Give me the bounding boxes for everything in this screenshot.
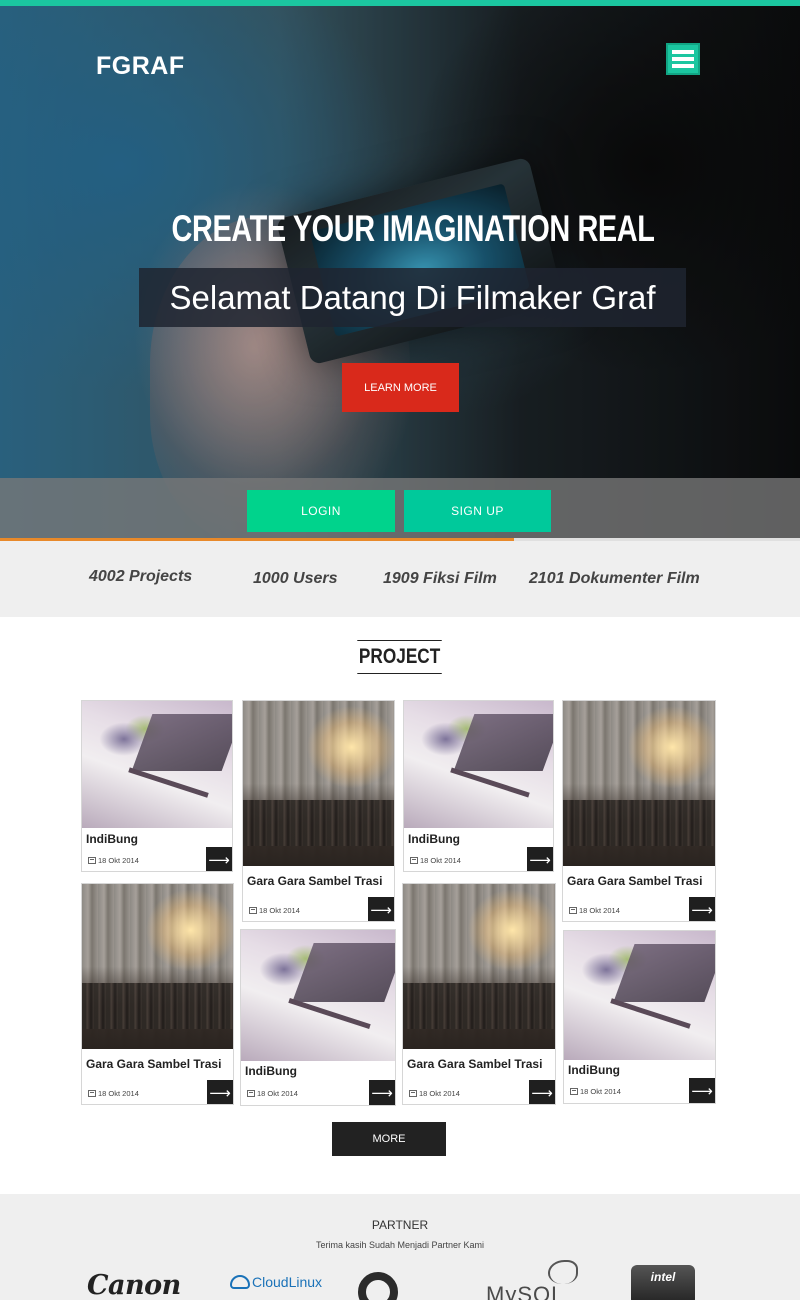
site-logo[interactable]: FGRAF <box>96 52 185 81</box>
calendar-icon <box>88 1090 96 1097</box>
cloud-icon <box>230 1275 250 1289</box>
project-card-title: IndiBung <box>245 1064 297 1078</box>
project-card-date: 18 Okt 2014 <box>88 1089 139 1098</box>
canon-logo[interactable]: Canon <box>87 1270 181 1300</box>
project-card-title: Gara Gara Sambel Trasi <box>567 874 703 888</box>
project-date-text: 18 Okt 2014 <box>580 1087 621 1096</box>
stat-dokumenter-film: 2101 Dokumenter Film <box>529 570 700 587</box>
calendar-icon <box>570 1088 578 1095</box>
partner-title: PARTNER <box>371 1218 429 1232</box>
project-card-date: 18 Okt 2014 <box>409 1089 460 1098</box>
menu-bar <box>672 64 694 68</box>
project-title-wrap: PROJECT <box>0 640 800 674</box>
project-date-text: 18 Okt 2014 <box>420 856 461 865</box>
cloudlinux-logo-text: CloudLinux <box>252 1274 323 1290</box>
calendar-icon <box>569 907 577 914</box>
project-thumbnail-laptop <box>404 701 553 828</box>
project-thumbnail-laptop <box>564 931 715 1060</box>
calendar-icon <box>88 857 96 864</box>
hero-heading: CREATE YOUR IMAGINATION REAL <box>171 208 655 249</box>
project-card-title: Gara Gara Sambel Trasi <box>247 874 383 888</box>
project-card-date: 18 Okt 2014 <box>570 1087 621 1096</box>
hero-subtitle: Selamat Datang Di Filmaker Graf <box>169 278 656 316</box>
project-date-text: 18 Okt 2014 <box>419 1089 460 1098</box>
hero-subtitle-box: Selamat Datang Di Filmaker Graf <box>139 268 686 327</box>
project-card-date: 18 Okt 2014 <box>247 1089 298 1098</box>
project-card-date: 18 Okt 2014 <box>88 856 139 865</box>
intel-logo[interactable]: intel <box>631 1265 695 1300</box>
project-date-text: 18 Okt 2014 <box>257 1089 298 1098</box>
cloudlinux-logo[interactable]: CloudLinux <box>230 1274 322 1290</box>
project-card[interactable]: IndiBung 18 Okt 2014 ⟶ <box>563 930 716 1104</box>
stat-users: 1000 Users <box>253 570 338 587</box>
dolphin-icon <box>548 1260 578 1284</box>
project-thumbnail-street <box>82 884 233 1049</box>
partner-subtitle: Terima kasih Sudah Menjadi Partner Kami <box>315 1240 485 1250</box>
project-section-title: PROJECT <box>357 640 443 674</box>
project-date-text: 18 Okt 2014 <box>98 1089 139 1098</box>
calendar-icon <box>249 907 257 914</box>
project-card[interactable]: IndiBung 18 Okt 2014 ⟶ <box>81 700 233 872</box>
hero-section: FGRAF CREATE YOUR IMAGINATION REAL Selam… <box>0 6 800 538</box>
project-date-text: 18 Okt 2014 <box>579 906 620 915</box>
project-card[interactable]: Gara Gara Sambel Trasi 18 Okt 2014 ⟶ <box>81 883 234 1105</box>
mysql-logo[interactable]: MySQL <box>486 1282 564 1300</box>
project-card[interactable]: Gara Gara Sambel Trasi 18 Okt 2014 ⟶ <box>242 700 395 922</box>
hamburger-menu-icon[interactable] <box>666 43 700 75</box>
project-card-title: Gara Gara Sambel Trasi <box>86 1057 222 1071</box>
learn-more-button[interactable]: LEARN MORE <box>342 363 459 412</box>
calendar-icon <box>410 857 418 864</box>
project-card[interactable]: Gara Gara Sambel Trasi 18 Okt 2014 ⟶ <box>562 700 716 922</box>
menu-bar <box>672 57 694 61</box>
arrow-right-icon[interactable]: ⟶ <box>689 897 715 921</box>
project-card-title: Gara Gara Sambel Trasi <box>407 1057 543 1071</box>
auth-band: LOGIN SIGN UP <box>0 478 800 538</box>
arrow-right-icon[interactable]: ⟶ <box>527 847 553 871</box>
more-button[interactable]: MORE <box>332 1122 446 1156</box>
project-card[interactable]: Gara Gara Sambel Trasi 18 Okt 2014 ⟶ <box>402 883 556 1105</box>
project-thumbnail-street <box>563 701 715 866</box>
arrow-right-icon[interactable]: ⟶ <box>207 1080 233 1104</box>
project-card-title: IndiBung <box>568 1063 620 1077</box>
stats-bar: 4002 Projects 1000 Users 1909 Fiksi Film… <box>0 541 800 617</box>
project-thumbnail-laptop <box>82 701 232 828</box>
calendar-icon <box>409 1090 417 1097</box>
arrow-right-icon[interactable]: ⟶ <box>689 1078 715 1103</box>
signup-button[interactable]: SIGN UP <box>404 490 551 532</box>
stat-projects: 4002 Projects <box>89 568 193 585</box>
partner-section: PARTNER Terima kasih Sudah Menjadi Partn… <box>0 1194 800 1300</box>
menu-bar <box>672 50 694 54</box>
project-card[interactable]: IndiBung 18 Okt 2014 ⟶ <box>240 929 396 1106</box>
project-thumbnail-street <box>403 884 555 1049</box>
calendar-icon <box>247 1090 255 1097</box>
circle-partner-logo[interactable] <box>358 1272 398 1300</box>
arrow-right-icon[interactable]: ⟶ <box>529 1080 555 1104</box>
project-card-date: 18 Okt 2014 <box>410 856 461 865</box>
arrow-right-icon[interactable]: ⟶ <box>368 897 394 921</box>
project-thumbnail-street <box>243 701 394 866</box>
login-button[interactable]: LOGIN <box>247 490 395 532</box>
project-card-title: IndiBung <box>408 832 460 846</box>
project-card-title: IndiBung <box>86 832 138 846</box>
arrow-right-icon[interactable]: ⟶ <box>369 1080 395 1105</box>
project-thumbnail-laptop <box>241 930 395 1061</box>
arrow-right-icon[interactable]: ⟶ <box>206 847 232 871</box>
project-card-date: 18 Okt 2014 <box>249 906 300 915</box>
project-date-text: 18 Okt 2014 <box>259 906 300 915</box>
project-card-date: 18 Okt 2014 <box>569 906 620 915</box>
stat-fiksi-film: 1909 Fiksi Film <box>383 570 497 587</box>
project-date-text: 18 Okt 2014 <box>98 856 139 865</box>
project-card[interactable]: IndiBung 18 Okt 2014 ⟶ <box>403 700 554 872</box>
